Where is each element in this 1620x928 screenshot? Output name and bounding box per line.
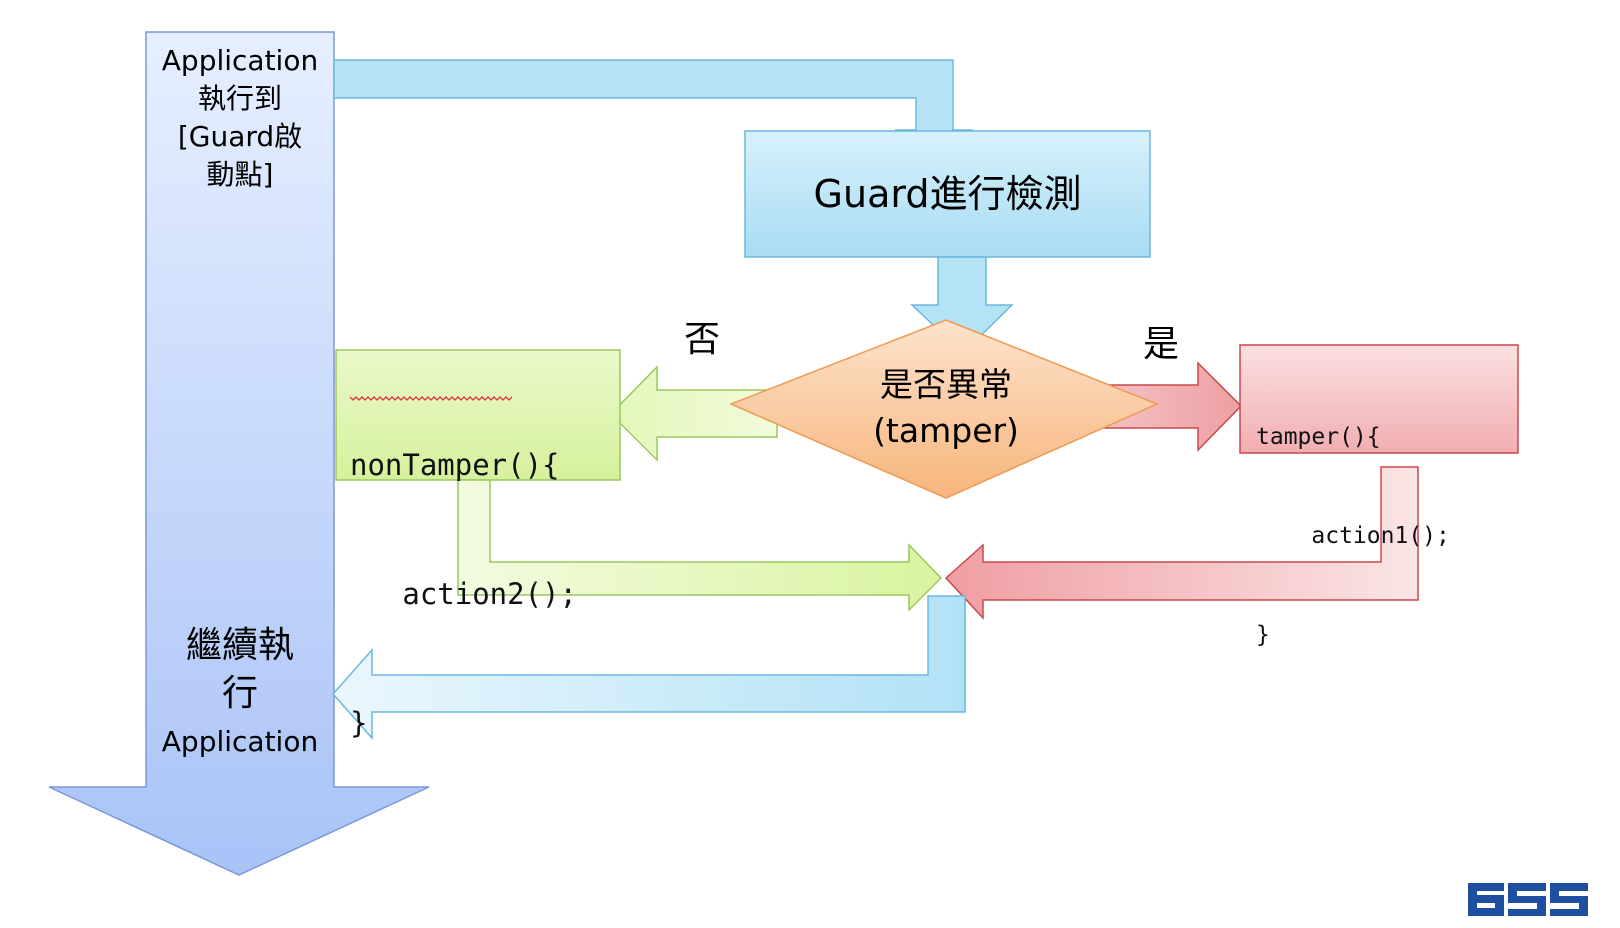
- branch-no-label: 否: [683, 319, 720, 360]
- application-start-line: [Guard啟: [177, 120, 303, 153]
- application-continue-line: 繼續執: [185, 625, 294, 666]
- tamper-code: tamper(){ action1(); }: [1256, 355, 1450, 685]
- decision-question: 是否異常: [880, 365, 1012, 404]
- code-line: nonTamper(){: [350, 448, 560, 482]
- application-continue-line: Application: [161, 725, 319, 758]
- gss-logo: [1468, 883, 1588, 916]
- application-start-line: 動點]: [206, 158, 274, 191]
- code-line: }: [350, 706, 368, 740]
- code-line: action1();: [1256, 523, 1450, 549]
- guard-box-label: Guard進行檢測: [813, 172, 1082, 216]
- application-start-line: 執行到: [197, 82, 282, 115]
- code-line: action2();: [350, 577, 577, 611]
- decision-label: 是否異常 (tamper): [831, 362, 1061, 454]
- code-line: }: [1256, 622, 1270, 648]
- application-continue-line: 行: [221, 673, 258, 714]
- non-tamper-code: nonTamper(){ action2(); }: [350, 358, 577, 788]
- application-start-line: Application: [161, 44, 319, 77]
- decision-tamper: (tamper): [873, 411, 1019, 450]
- application-continue-label: 繼續執 行 Application: [146, 622, 334, 766]
- code-line: tamper(){: [1256, 424, 1381, 450]
- branch-yes-label: 是: [1142, 324, 1179, 365]
- application-start-label: Application 執行到 [Guard啟 動點]: [146, 42, 334, 194]
